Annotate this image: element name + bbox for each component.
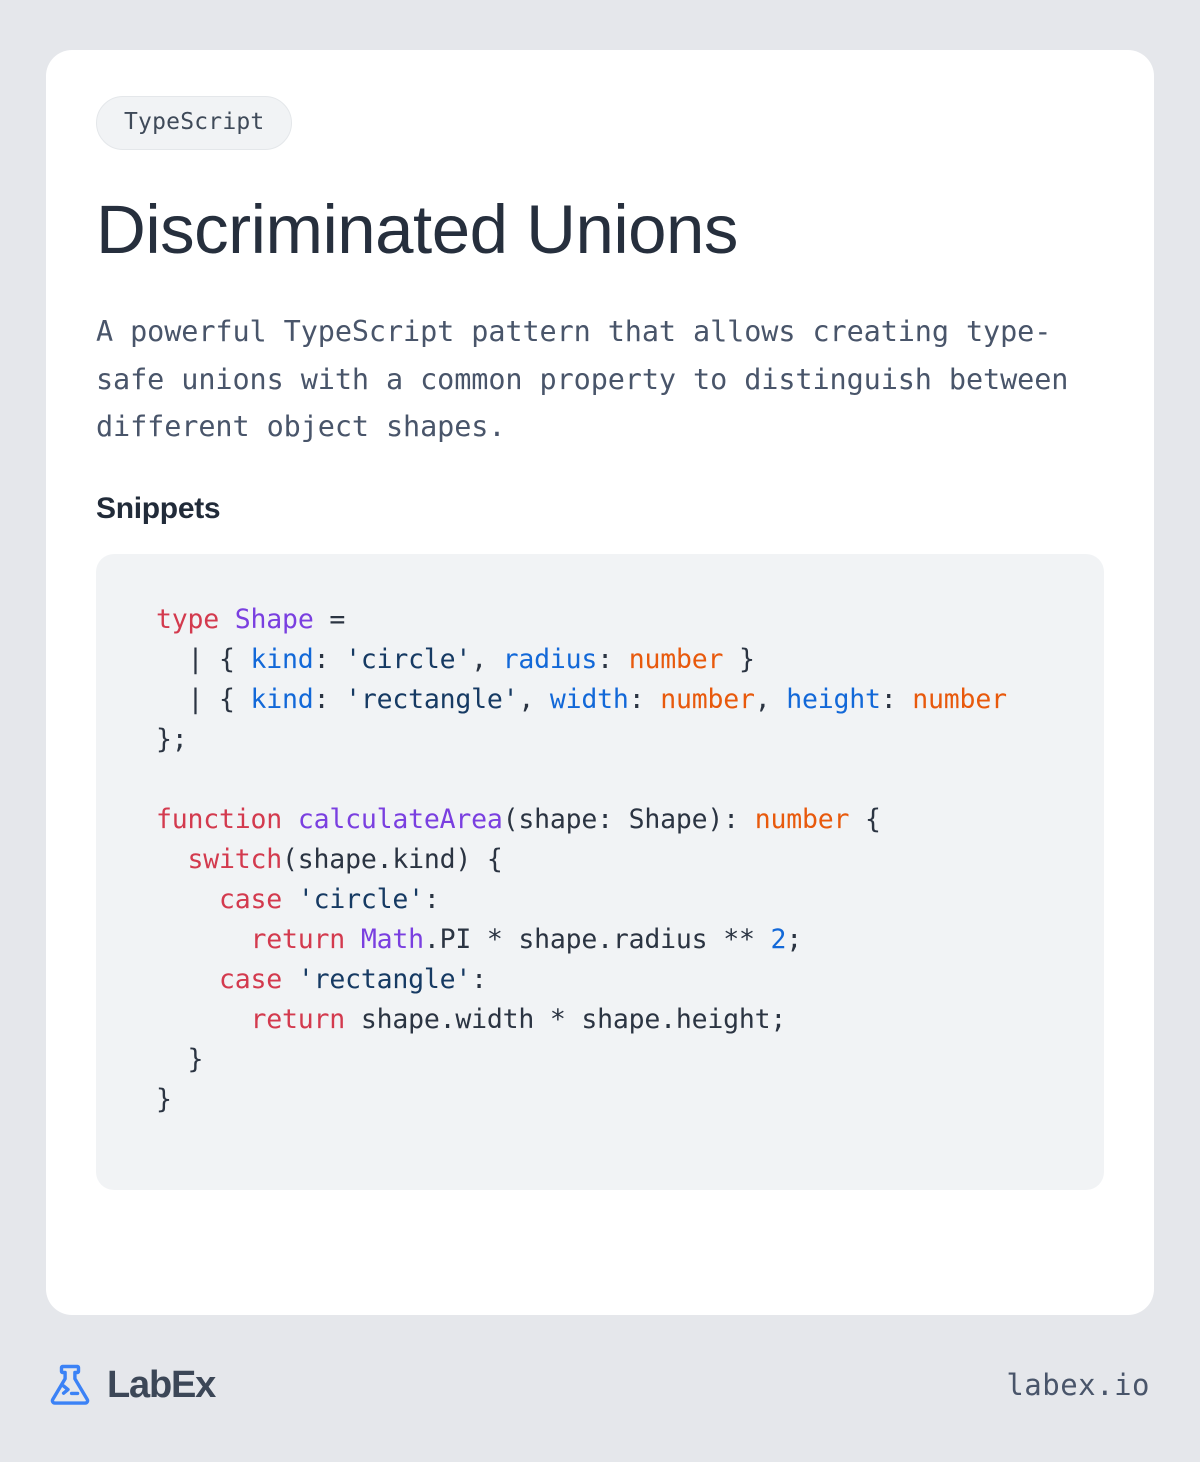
code-token-builtin: number <box>628 643 724 675</box>
brand-logo: LabEx <box>46 1361 216 1409</box>
site-url: labex.io <box>1006 1367 1150 1402</box>
page-description: A powerful TypeScript pattern that allow… <box>96 315 1069 444</box>
page-footer: LabEx labex.io <box>46 1345 1154 1425</box>
code-token-string: 'circle' <box>345 643 472 675</box>
code-token-number: 2 <box>770 923 787 955</box>
badge-row: TypeScript <box>96 96 1104 150</box>
code-block: type Shape = | { kind: 'circle', radius:… <box>96 553 1104 1190</box>
code-token-string: 'rectangle' <box>297 963 472 995</box>
code-token-keyword: switch <box>187 843 283 875</box>
code-token-property: kind <box>250 683 314 715</box>
code-token-keyword: case <box>219 883 283 915</box>
code-token-property: kind <box>250 643 314 675</box>
code-token-string: 'circle' <box>297 883 424 915</box>
page-root: TypeScript Discriminated Unions A powerf… <box>0 0 1200 1462</box>
code-token-keyword: function <box>156 803 283 835</box>
code-token-keyword: return <box>250 923 346 955</box>
content-card: TypeScript Discriminated Unions A powerf… <box>46 50 1154 1315</box>
code-token-type: Math <box>360 923 424 955</box>
code-token-function: calculateArea <box>297 803 503 835</box>
brand-name: LabEx <box>107 1364 216 1406</box>
code-token-type: Shape <box>234 603 314 635</box>
code-token-string: 'rectangle' <box>345 683 519 715</box>
code-token-keyword: case <box>219 963 283 995</box>
code-token-builtin: number <box>660 683 755 715</box>
code-token-keyword: return <box>250 1003 346 1035</box>
code-token-property: height <box>786 683 881 715</box>
page-title: Discriminated Unions <box>96 191 738 268</box>
language-badge: TypeScript <box>96 96 293 150</box>
code-snippet: type Shape = | { kind: 'circle', radius:… <box>156 603 1007 1115</box>
code-token-keyword: type <box>156 603 220 635</box>
code-token-builtin: number <box>754 803 850 835</box>
snippets-heading: Snippets <box>96 491 221 525</box>
code-token-builtin: number <box>912 683 1007 715</box>
code-token-property: radius <box>502 643 598 675</box>
flask-terminal-icon <box>50 1364 90 1405</box>
code-token-property: width <box>549 683 629 715</box>
